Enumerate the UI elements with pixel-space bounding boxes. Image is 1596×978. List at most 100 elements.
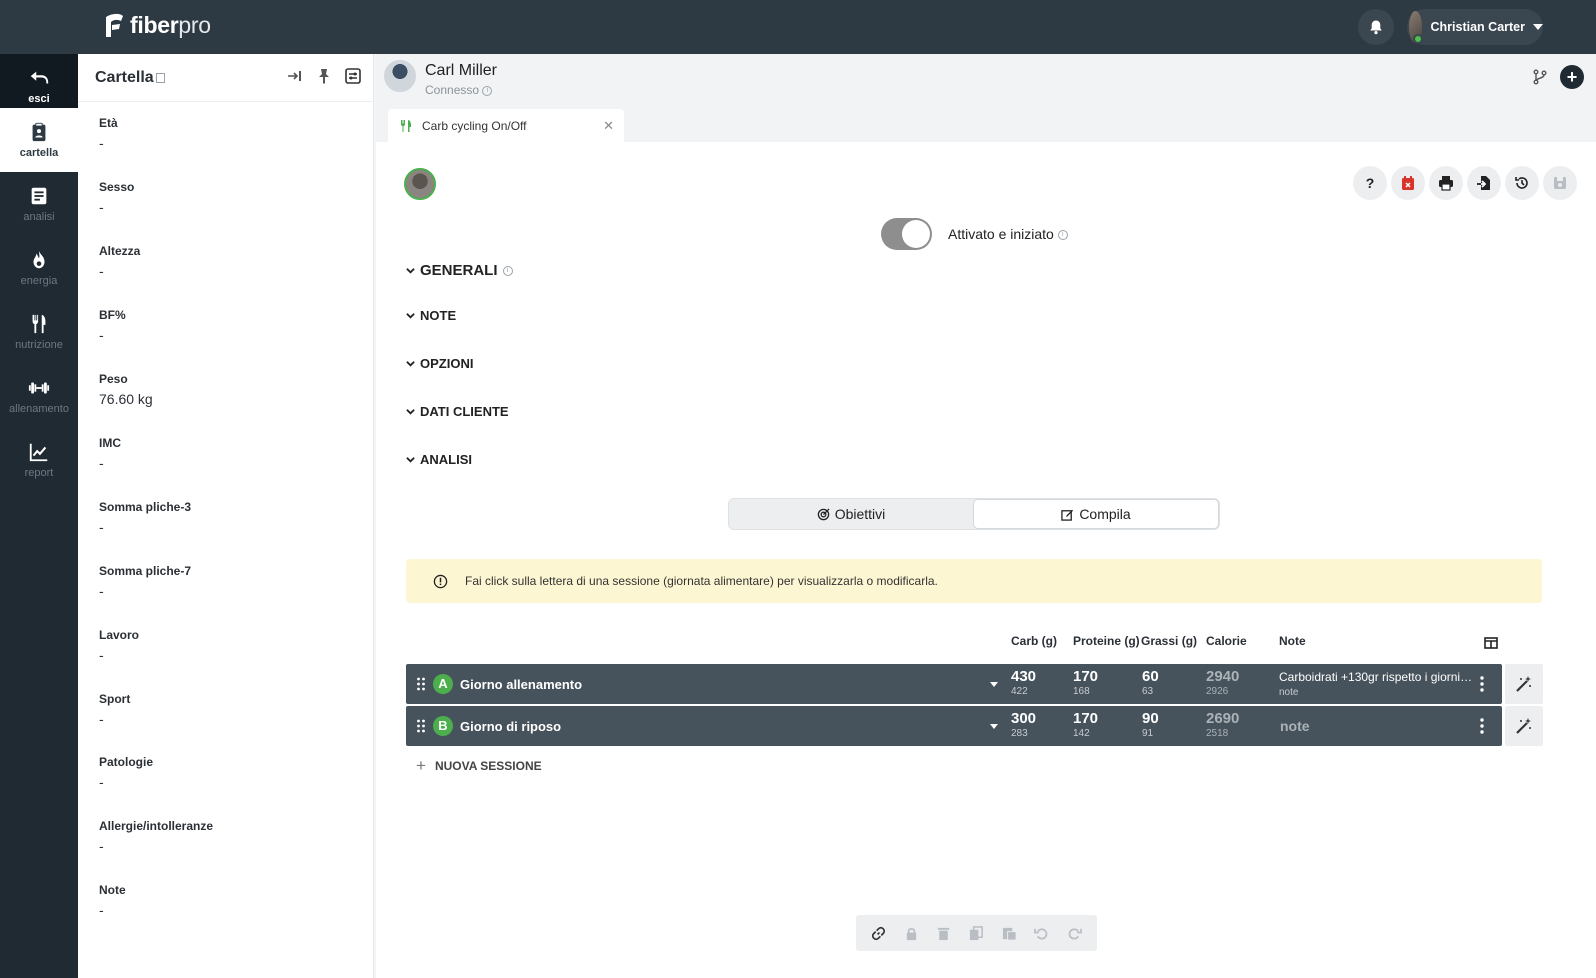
top-bar: fiberpro Christian Carter	[0, 0, 1596, 54]
utensils-icon	[401, 119, 411, 132]
more-options-icon[interactable]	[1480, 675, 1484, 693]
delete-calendar-button[interactable]	[1391, 166, 1425, 200]
info-icon[interactable]: i	[1057, 230, 1068, 241]
caret-down-icon[interactable]	[990, 682, 998, 687]
save-button[interactable]	[1543, 166, 1577, 200]
user-avatar	[1409, 11, 1423, 44]
session-note[interactable]: Carboidrati +130gr rispetto i giorni di …	[1279, 670, 1473, 684]
caret-down-icon	[1533, 24, 1543, 30]
fat-value: 60	[1142, 668, 1159, 685]
section-opzioni[interactable]: OPZIONI	[406, 356, 473, 371]
user-menu[interactable]: Christian Carter	[1407, 9, 1543, 45]
fiberpro-logo[interactable]: fiberpro	[104, 12, 211, 39]
link-icon[interactable]	[871, 926, 886, 941]
new-session-button[interactable]: + NUOVA SESSIONE	[416, 756, 542, 776]
carb-value: 300	[1011, 710, 1037, 727]
caret-down-icon[interactable]	[990, 724, 998, 729]
drag-handle-icon[interactable]	[416, 677, 426, 691]
tab-carb-cycling[interactable]: Carb cycling On/Off ✕	[388, 109, 624, 142]
field-value: -	[99, 583, 104, 599]
cal-cell: 2940 2926	[1206, 668, 1239, 697]
field-label: Sport	[99, 692, 131, 706]
field-imc: IMC -	[99, 436, 121, 471]
section-analisi[interactable]: ANALISI	[406, 452, 472, 467]
content-panel: ? Attivato e iniziato i GENERALI i NOTE …	[376, 142, 1596, 978]
session-row-a[interactable]: A Giorno allenamento 430 422 170 168 60 63 …	[406, 664, 1502, 704]
plus-icon: +	[416, 756, 426, 775]
rail-item-report[interactable]: report	[0, 428, 78, 492]
segment-obiettivi[interactable]: Obiettivi	[729, 499, 973, 529]
rail-item-allenamento[interactable]: allenamento	[0, 364, 78, 428]
cartella-panel: Cartella Età - Sesso - Altezza - BF% - Peso 7…	[78, 54, 374, 978]
online-status-dot	[1412, 34, 1423, 44]
prot-actual: 142	[1073, 728, 1090, 739]
fat-cell: 60 63	[1142, 668, 1159, 697]
columns-icon[interactable]	[1484, 636, 1498, 650]
copy-icon[interactable]	[969, 925, 984, 941]
chevron-down-icon	[406, 268, 415, 274]
session-letter-badge[interactable]: A	[433, 674, 453, 694]
rail-label: report	[24, 467, 54, 479]
drag-handle-icon[interactable]	[416, 719, 426, 733]
prot-cell: 170 168	[1073, 668, 1098, 697]
pin-icon[interactable]	[316, 68, 332, 84]
settings-sliders-icon[interactable]	[345, 68, 361, 84]
notifications-button[interactable]	[1358, 9, 1394, 45]
toggle-label-text: Attivato e iniziato	[948, 226, 1054, 242]
activation-toggle[interactable]	[881, 218, 932, 250]
field-altezza: Altezza -	[99, 244, 140, 279]
trash-icon[interactable]	[936, 926, 951, 941]
help-button[interactable]: ?	[1353, 166, 1387, 200]
rail-item-cartella[interactable]: cartella	[0, 108, 78, 172]
logo-mark-icon	[106, 13, 123, 37]
client-name[interactable]: Carl Miller	[425, 62, 497, 80]
rail-item-energia[interactable]: energia	[0, 236, 78, 300]
branch-icon[interactable]	[1532, 69, 1548, 85]
client-avatar[interactable]	[384, 60, 416, 92]
print-button[interactable]	[1429, 166, 1463, 200]
session-row-b[interactable]: B Giorno di riposo 300 283 170 142 90 91 26…	[406, 706, 1502, 746]
section-generali[interactable]: GENERALI i	[406, 262, 513, 279]
rail-label: analisi	[23, 211, 55, 223]
logo-text: fiberpro	[130, 12, 211, 38]
printer-icon	[1439, 176, 1453, 191]
session-letter-badge[interactable]: B	[433, 716, 453, 736]
cal-actual: 2518	[1206, 728, 1229, 739]
rail-item-analisi[interactable]: analisi	[0, 172, 78, 236]
info-icon[interactable]: i	[482, 85, 493, 96]
field-somma-pliche-7: Somma pliche-7 -	[99, 564, 191, 599]
undo-arrow-icon	[30, 71, 49, 84]
lock-icon[interactable]	[904, 926, 919, 941]
rail-item-nutrizione[interactable]: nutrizione	[0, 300, 78, 364]
more-options-icon[interactable]	[1480, 717, 1484, 735]
info-icon[interactable]: i	[502, 265, 513, 276]
paste-icon[interactable]	[1002, 926, 1017, 941]
prot-cell: 170 142	[1073, 710, 1098, 739]
document-small-icon	[155, 72, 165, 83]
segment-compila[interactable]: Compila	[973, 499, 1219, 529]
history-button[interactable]	[1505, 166, 1539, 200]
fat-actual: 63	[1142, 686, 1154, 697]
prot-value: 170	[1073, 710, 1099, 727]
field-label: Altezza	[99, 244, 141, 258]
redo-icon[interactable]	[1067, 926, 1082, 941]
close-icon[interactable]: ✕	[603, 118, 614, 134]
undo-icon[interactable]	[1034, 926, 1049, 941]
fat-cell: 90 91	[1142, 710, 1159, 739]
field-lavoro: Lavoro -	[99, 628, 139, 663]
auto-fill-button-b[interactable]	[1505, 706, 1543, 746]
session-note-placeholder[interactable]: note	[1280, 718, 1310, 734]
client-small-avatar[interactable]	[404, 168, 436, 200]
action-buttons: ?	[1353, 166, 1577, 200]
field-label: Peso	[99, 372, 128, 386]
section-label: GENERALI	[420, 262, 498, 279]
collapse-panel-icon[interactable]	[287, 68, 303, 84]
auto-fill-button-a[interactable]	[1505, 664, 1543, 704]
section-dati-cliente[interactable]: DATI CLIENTE	[406, 404, 509, 419]
mode-segmented-control: Obiettivi Compila	[728, 498, 1220, 530]
section-note[interactable]: NOTE	[406, 308, 456, 323]
field-note: Note -	[99, 883, 126, 918]
client-status-text: Connesso	[425, 83, 480, 97]
add-button[interactable]: +	[1560, 65, 1584, 89]
import-button[interactable]	[1467, 166, 1501, 200]
